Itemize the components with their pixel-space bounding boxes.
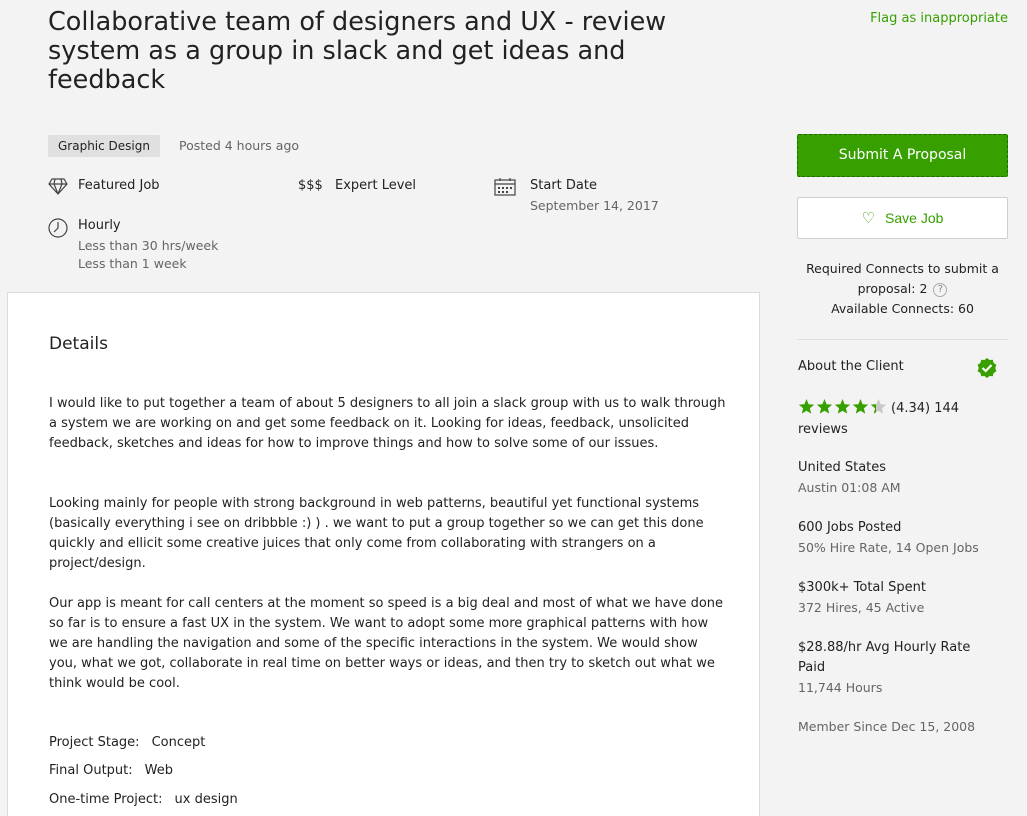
rating-value: (4.34) 144 [891,401,960,416]
client-jobs: 600 Jobs Posted 50% Hire Rate, 14 Open J… [798,518,1008,558]
client-spending: $300k+ Total Spent 372 Hires, 45 Active [798,578,1008,618]
save-job-button[interactable]: ♡ Save Job [797,197,1008,239]
calendar-icon [494,178,516,200]
start-date-label: Start Date [530,178,597,193]
description-paragraph: I would like to put together a team of a… [49,396,726,451]
diamond-icon [48,178,68,199]
description-paragraph: Looking mainly for people with strong ba… [49,496,704,571]
hourly-meta: Hourly Less than 30 hrs/week Less than 1… [48,218,268,276]
final-output: Final Output: Web [49,763,173,778]
rating-summary: (4.34) 144 reviews [798,398,998,440]
client-rate: $28.88/hr Avg Hourly Rate Paid 11,744 Ho… [798,638,1008,698]
help-icon[interactable]: ? [933,282,948,297]
save-job-label: Save Job [885,210,944,226]
job-type-label: Hourly [78,218,121,233]
featured-job-meta: Featured Job [48,178,268,198]
submit-proposal-button[interactable]: Submit A Proposal [797,134,1008,177]
verified-check-icon [976,357,998,379]
flag-inappropriate-link[interactable]: Flag as inappropriate [870,11,1008,26]
hours-per-week: Less than 30 hrs/week [78,238,219,253]
details-panel: Details I would like to put together a t… [7,292,760,816]
heart-icon: ♡ [861,210,876,227]
hires-active: 372 Hires, 45 Active [798,600,925,615]
reviews-link[interactable]: reviews [798,422,848,437]
hire-rate: 50% Hire Rate, 14 Open Jobs [798,540,979,555]
client-country: United States [798,460,887,475]
description-paragraph: Our app is meant for call centers at the… [49,596,724,691]
avg-hourly-rate: $28.88/hr Avg Hourly Rate Paid [798,640,971,675]
clock-icon [48,218,68,242]
connects-required: Required Connects to submit a [806,261,999,276]
connects-available: Available Connects: 60 [831,301,974,316]
experience-level-label: Expert Level [335,178,417,193]
project-stage: Project Stage: Concept [49,735,206,750]
details-heading: Details [49,334,108,354]
total-hours: 11,744 Hours [798,680,883,695]
client-local-time: Austin 01:08 AM [798,480,901,495]
one-time-project: One-time Project: ux design [49,792,238,807]
start-date-meta: Start Date September 14, 2017 [494,178,694,220]
category-tag[interactable]: Graphic Design [48,135,160,157]
jobs-posted: 600 Jobs Posted [798,520,902,535]
experience-level-meta: $$$ Expert Level [298,178,478,198]
dollar-icon: $$$ [298,178,323,193]
client-location: United States Austin 01:08 AM [798,458,1008,498]
connects-proposal: proposal: 2 [857,281,928,296]
project-duration: Less than 1 week [78,256,187,271]
featured-label: Featured Job [78,178,160,193]
total-spent: $300k+ Total Spent [798,580,926,595]
posted-time: Posted 4 hours ago [179,138,300,153]
start-date-value: September 14, 2017 [530,198,659,213]
sidebar-divider [797,339,1008,340]
connects-info: Required Connects to submit a proposal: … [797,259,1008,319]
member-since: Member Since Dec 15, 2008 [798,719,976,734]
job-title: Collaborative team of designers and UX -… [48,7,667,95]
